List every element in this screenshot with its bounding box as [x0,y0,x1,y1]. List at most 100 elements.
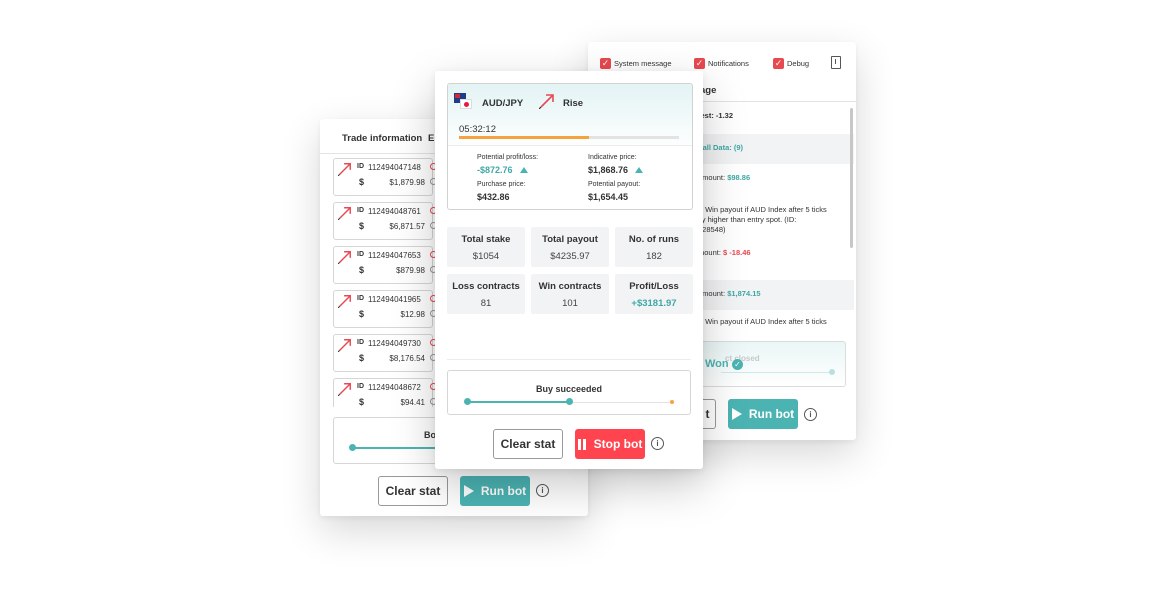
trade-id-label: ID [357,339,364,346]
stat-box: Loss contracts 81 [447,274,525,314]
contract-card: AUD/JPY Rise 05:32:12 Potential profit/l… [447,83,693,210]
clear-stat-button[interactable]: Clear stat [493,429,563,459]
status-dot-start [464,398,471,405]
filter-checkbox[interactable]: ✓ Notifications [694,56,749,70]
potential-payout-label: Potential payout: [588,181,641,188]
rise-arrow-icon [338,251,351,264]
stat-title: No. of runs [628,234,680,245]
filter-label: Debug [787,58,810,68]
closed-dot-end [829,369,835,375]
stat-title: Loss contracts [452,281,520,292]
trade-id-label: ID [357,163,364,170]
checkbox-icon[interactable]: ✓ [773,57,784,69]
filter-checkbox[interactable]: ✓ System message [600,56,672,70]
journal-filters: ✓ System message ✓ Notifications ✓ Debug [600,56,820,70]
journal-scrollbar[interactable] [850,108,853,248]
trade-row[interactable]: ID 112494048761 $ $6,871.57 [333,202,437,240]
stat-value: $4235.97 [550,251,590,262]
trade-amount: $6,871.57 [389,222,425,231]
journal-value: -1.32 [715,111,734,120]
currency-symbol: $ [359,177,365,187]
stat-value: 182 [646,251,662,262]
potential-pl-value: -$872.76 [477,165,513,175]
run-bot-button[interactable]: Run bot [728,399,798,429]
status-dot-start [349,444,356,451]
up-arrow-icon [520,167,528,173]
bot-status-text: Buy succeeded [535,384,603,394]
currency-symbol: $ [359,309,365,319]
contract-header [448,84,692,150]
check-icon: ✓ [732,359,743,370]
asset-name: AUD/JPY [482,98,524,109]
info-icon[interactable]: i [536,484,549,497]
trade-direction: Rise [563,98,584,109]
rise-arrow-icon [338,207,351,220]
trade-row[interactable]: ID 112494049730 $ $8,176.54 [333,334,437,372]
run-bot-label: Run bot [480,484,527,498]
trade-id: 112494041965 [368,295,421,304]
play-icon [731,408,742,420]
trade-amount: $12.98 [400,310,425,319]
trade-id-label: ID [357,383,364,390]
indicative-price-label: Indicative price: [588,154,637,161]
filter-label: Notifications [708,58,749,68]
won-label: Won [705,358,729,370]
status-track [467,401,570,403]
trade-id: 112494047653 [368,251,421,260]
currency-symbol: $ [359,353,365,363]
checkbox-icon[interactable]: ✓ [600,57,611,69]
stop-bot-button[interactable]: Stop bot [575,429,645,459]
rise-arrow-icon [539,94,554,109]
trade-row[interactable]: ID 112494041965 $ $12.98 [333,290,437,328]
stat-box: Total stake $1054 [447,227,525,267]
stat-value: +$3181.97 [631,298,677,309]
info-icon[interactable]: i [651,437,664,450]
download-icon[interactable] [831,56,841,69]
rise-arrow-icon [338,339,351,352]
pause-icon [577,438,581,450]
pause-icon-bar [582,438,586,450]
trade-row[interactable]: ID 112494048672 $ $94.41 [333,378,437,407]
filter-checkbox[interactable]: ✓ Debug [773,56,809,70]
status-dot-end [670,400,674,404]
up-arrow-icon [635,167,643,173]
trade-id-label: ID [357,207,364,214]
trade-id: 112494048672 [368,383,421,392]
play-icon [463,485,474,497]
trade-amount: $94.41 [400,398,425,407]
trade-amount: $879.98 [396,266,425,275]
purchase-price-value: $432.86 [477,192,510,202]
aud-jpy-flag-icon [454,93,472,109]
journal-value: $ -18.46 [723,248,751,257]
filter-label: System message [614,58,672,68]
journal-value: $98.86 [727,173,751,182]
trade-id: 112494049730 [368,339,421,348]
stat-title: Total payout [542,234,598,245]
trade-id: 112494047148 [368,163,421,172]
trade-amount: $1,879.98 [389,178,425,187]
currency-symbol: $ [359,397,365,407]
potential-payout-value: $1,654.45 [588,192,629,202]
trade-row[interactable]: ID 112494047148 $ $1,879.98 [333,158,437,196]
stat-value: 81 [480,298,492,309]
indicative-price-value: $1,868.76 [588,165,629,175]
stat-box: Total payout $4235.97 [531,227,609,267]
journal-text: tly higher than entry spot. (ID: [698,215,797,224]
run-bot-label: Run bot [748,407,795,421]
run-bot-button[interactable]: Run bot [460,476,530,506]
potential-pl-label: Potential profit/loss: [477,154,539,161]
checkbox-icon[interactable]: ✓ [694,57,705,69]
tab-trade-information[interactable]: Trade information [342,133,422,144]
info-icon[interactable]: i [804,408,817,421]
journal-text: Win payout if AUD Index after 5 ticks [705,317,827,326]
purchase-price-label: Purchase price: [477,181,526,188]
currency-symbol: $ [359,221,365,231]
trade-id-label: ID [357,251,364,258]
clear-stat-button[interactable]: Clear stat [378,476,448,506]
trade-row[interactable]: ID 112494047653 $ $879.98 [333,246,437,284]
stat-box: Profit/Loss +$3181.97 [615,274,693,314]
stat-box: No. of runs 182 [615,227,693,267]
status-dot-mid [566,398,573,405]
bot-status-box: Buy succeeded [447,370,691,415]
status-track-rest [570,402,672,403]
